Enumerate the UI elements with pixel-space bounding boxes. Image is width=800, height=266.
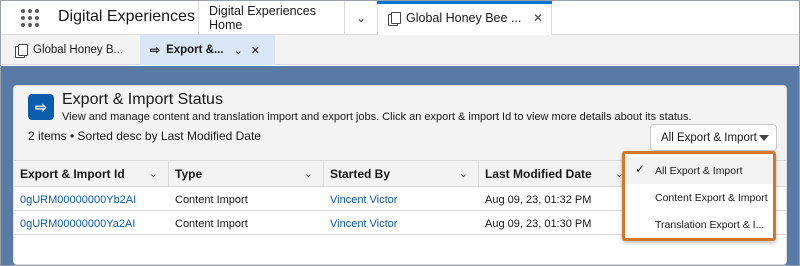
nav-tab-active-label: Global Honey Bee ... xyxy=(406,11,522,25)
app-header: Digital Experiences Digital Experiences … xyxy=(1,1,799,35)
app-window: Digital Experiences Digital Experiences … xyxy=(0,0,800,266)
close-subtab-icon[interactable]: ✕ xyxy=(251,44,260,57)
user-link[interactable]: Vincent Victor xyxy=(324,212,397,235)
chevron-down-icon: ⌄ xyxy=(355,11,367,25)
caret-down-icon xyxy=(759,135,769,141)
filter-dropdown-menu: ✓ All Export & Import Content Export & I… xyxy=(622,151,776,241)
subtab-export-import[interactable]: ⇨ Export &... ⌄ ✕ xyxy=(140,35,275,65)
dropdown-option-label: Content Export & Import xyxy=(655,191,768,204)
page-description: View and manage content and translation … xyxy=(62,111,692,123)
page-title: Export & Import Status xyxy=(62,91,223,108)
close-tab-icon[interactable]: ✕ xyxy=(533,11,543,25)
column-header-label: Export & Import Id xyxy=(20,167,125,181)
dropdown-option-label: Translation Export & I... xyxy=(655,218,765,231)
checkmark-icon: ✓ xyxy=(635,162,646,176)
filter-select-value: All Export & Import xyxy=(661,131,757,144)
column-header-type[interactable]: Type ⌄ xyxy=(169,161,324,187)
column-header-label: Type xyxy=(175,167,203,181)
dropdown-option-all[interactable]: ✓ All Export & Import xyxy=(625,157,773,184)
chevron-down-icon[interactable]: ⌄ xyxy=(234,44,243,57)
subtab-export-label: Export &... xyxy=(166,44,224,56)
dropdown-option-content[interactable]: Content Export & Import xyxy=(625,184,773,211)
record-id-link[interactable]: 0gURM00000000Yb2AI xyxy=(14,188,136,211)
dropdown-option-label: All Export & Import xyxy=(655,164,743,177)
modified-date-cell: Aug 09, 23, 01:30 PM xyxy=(485,217,592,230)
chevron-down-icon[interactable]: ⌄ xyxy=(149,167,158,180)
column-header-id[interactable]: Export & Import Id ⌄ xyxy=(14,161,169,187)
item-count: 2 items • Sorted desc by Last Modified D… xyxy=(28,129,261,143)
list-header: ⇨ Export & Import Status View and manage… xyxy=(14,86,786,161)
type-cell: Content Import xyxy=(175,217,248,230)
user-link[interactable]: Vincent Victor xyxy=(324,188,397,211)
export-import-icon: ⇨ xyxy=(28,94,54,120)
document-icon xyxy=(388,12,401,26)
column-header-started-by[interactable]: Started By ⌄ xyxy=(324,161,479,187)
subtab-bar: Global Honey B... ⇨ Export &... ⌄ ✕ xyxy=(1,35,799,65)
type-cell: Content Import xyxy=(175,193,248,206)
filter-select[interactable]: All Export & Import xyxy=(650,124,777,151)
nav-menu-button[interactable]: ⌄ xyxy=(344,1,377,35)
app-name: Digital Experiences xyxy=(58,8,195,25)
subtab-record-label: Global Honey B... xyxy=(33,44,124,56)
subtab-record[interactable]: Global Honey B... xyxy=(15,35,137,65)
nav-tab-active[interactable]: Global Honey Bee ... ✕ xyxy=(377,1,552,35)
nav-tab-home[interactable]: Digital Experiences Home xyxy=(198,1,344,35)
chevron-down-icon[interactable]: ⌄ xyxy=(304,167,313,180)
nav-tab-home-label: Digital Experiences Home xyxy=(209,4,316,32)
record-id-link[interactable]: 0gURM00000000Ya2AI xyxy=(14,212,135,235)
document-icon xyxy=(15,44,28,58)
column-header-modified[interactable]: Last Modified Date ⌄ xyxy=(479,161,634,187)
arrow-right-icon: ⇨ xyxy=(150,43,161,57)
chevron-down-icon[interactable]: ⌄ xyxy=(459,167,468,180)
column-header-label: Started By xyxy=(330,167,391,181)
app-launcher-icon[interactable] xyxy=(21,9,39,27)
modified-date-cell: Aug 09, 23, 01:32 PM xyxy=(485,193,592,206)
dropdown-option-translation[interactable]: Translation Export & I... xyxy=(625,211,773,238)
column-header-label: Last Modified Date xyxy=(485,167,592,181)
